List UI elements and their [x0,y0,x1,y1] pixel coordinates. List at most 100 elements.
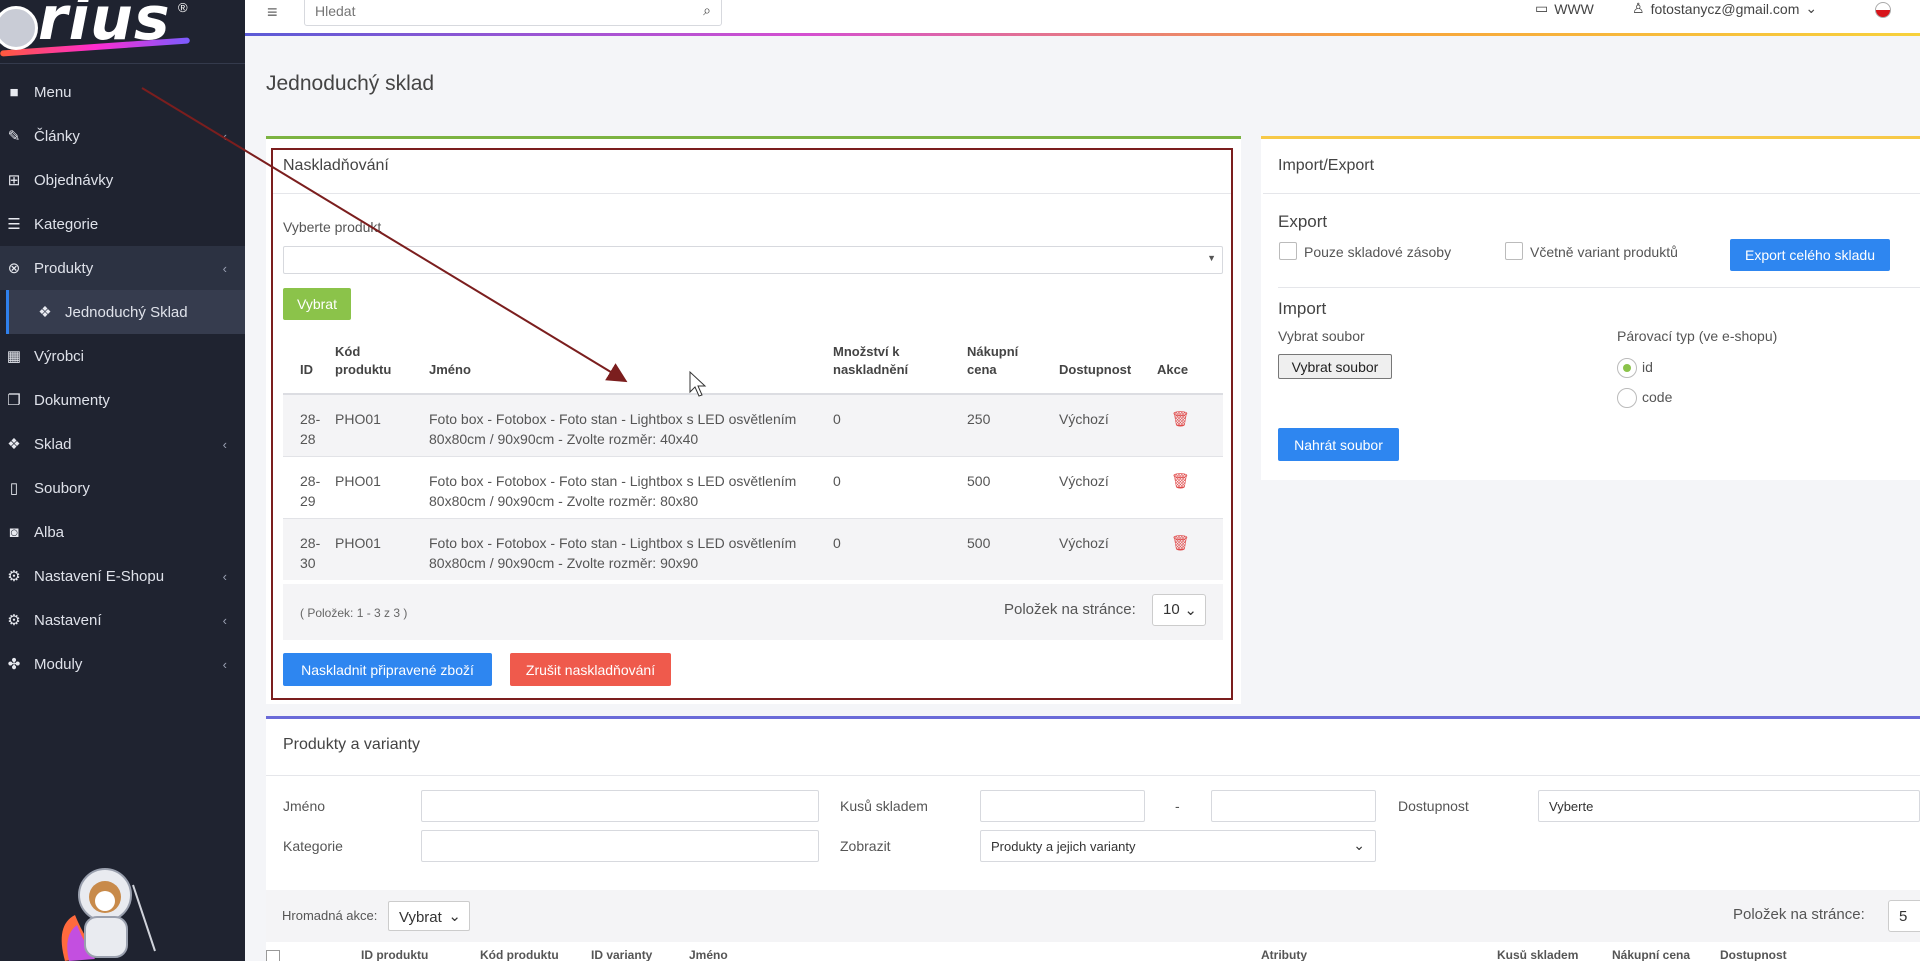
cell-availability: Výchozí [1059,472,1109,489]
chevron-down-icon: ⌄ [1184,602,1197,619]
sidebar-item-clanky[interactable]: ✎ Články ‹ [0,114,245,158]
include-variants-checkbox[interactable] [1505,242,1523,260]
file-label: Vybrat soubor [1278,328,1365,344]
show-select[interactable]: Produkty a jejich varianty ⌄ [980,830,1376,862]
table-row: 28-28 PHO01 Foto box - Fotobox - Foto st… [283,394,1223,456]
trash-icon[interactable]: 🗑 [1171,473,1190,490]
category-filter-input[interactable] [421,830,819,862]
dropbox-icon: ❖ [38,304,52,321]
select-product-button[interactable]: Vybrat [283,288,351,320]
stock-table: ID Kód produktu Jméno Množství k nasklad… [283,336,1223,580]
sidebar-item-label: Jednoduchý Sklad [65,303,188,321]
cell-qty[interactable]: 0 [833,518,967,580]
sidebar-item-jednoduchy-sklad[interactable]: ❖ Jednoduchý Sklad [6,290,245,334]
chevron-down-icon: ⌄ [448,908,461,925]
col-id: ID [300,362,313,377]
search-input[interactable] [305,0,675,25]
search-icon[interactable]: ⌕ [703,2,711,19]
search-box: ⌕ [304,0,722,26]
sidebar-item-produkty[interactable]: ⊗ Produkty ‹ [0,246,245,290]
product-select[interactable]: ▼ [283,246,1223,274]
sidebar-item-kategorie[interactable]: ☰ Kategorie [0,202,245,246]
user-menu[interactable]: ♙ fotostanycz@gmail.com ⌄ [1632,0,1817,17]
sidebar-item-objednavky[interactable]: ⊞ Objednávky [0,158,245,202]
stock-prepared-button[interactable]: Naskladnit připravené zboží [283,653,492,686]
camera-icon: ◙ [9,523,19,541]
sidebar-item-sklad[interactable]: ❖ Sklad ‹ [0,422,245,466]
sidebar-item-soubory[interactable]: ▯ Soubory [0,466,245,510]
col-purchase-price: Nákupní cena [1612,950,1691,961]
per-page-select[interactable]: 5 [1888,900,1920,932]
chevron-left-icon: ‹ [222,568,227,584]
trash-icon[interactable]: 🗑 [1171,535,1190,552]
stock-to-input[interactable] [1211,790,1376,822]
sidebar-item-menu[interactable]: ■ Menu [0,70,245,114]
table-footer: ( Položek: 1 - 3 z 3 ) Položek na stránc… [283,584,1223,640]
astronaut-logo-icon [0,6,38,50]
building-icon: ▦ [6,348,22,365]
show-filter-label: Zobrazit [840,838,891,854]
cell-price[interactable]: 500 [967,456,1059,518]
name-filter-input[interactable] [421,790,819,822]
table-header-row: ID Kód produktu Jméno Množství k nasklad… [283,336,1223,394]
radio-id[interactable] [1617,358,1637,378]
cell-name: Foto box - Fotobox - Foto stan - Lightbo… [429,472,797,509]
logo[interactable]: rius ® [0,0,245,64]
topbar-gradient-line [245,33,1920,36]
col-variant-id: ID varianty [591,950,653,961]
col-availability: Dostupnost [1059,362,1132,377]
cell-id: 28-30 [300,534,321,571]
cogs-icon: ⚙ [7,612,21,629]
chevron-left-icon: ‹ [222,128,227,144]
sidebar-item-label: Produkty [34,259,94,277]
cell-price[interactable]: 500 [967,518,1059,580]
stock-only-checkbox[interactable] [1279,242,1297,260]
www-link[interactable]: ▭ WWW [1535,0,1594,17]
category-filter-label: Kategorie [283,838,343,854]
sidebar-item-nastaveni-eshopu[interactable]: ⚙ Nastavení E-Shopu ‹ [0,554,245,598]
products-table-header: ID produktu Kód produktu ID varianty Jmé… [266,950,1920,961]
folder-icon: ■ [9,83,19,101]
divider [1263,193,1920,194]
radio-code[interactable] [1617,388,1637,408]
cell-availability: Výchozí [1059,534,1109,551]
top-bar: ≡ ⌕ ▭ WWW ♙ fotostanycz@gmail.com ⌄ [245,0,1920,36]
choose-file-button[interactable]: Vybrat soubor [1278,354,1392,379]
sidebar-item-moduly[interactable]: ✤ Moduly ‹ [0,642,245,686]
sidebar-item-alba[interactable]: ◙ Alba [0,510,245,554]
sidebar-item-label: Nastavení [34,611,102,629]
www-label: WWW [1554,0,1594,17]
chevron-down-icon: ⌄ [1805,0,1818,16]
sidebar-item-nastaveni[interactable]: ⚙ Nastavení ‹ [0,598,245,642]
col-product-code: Kód produktu [480,950,559,961]
sidebar-item-vyrobci[interactable]: ▦ Výrobci [0,334,245,378]
per-page-select[interactable]: 10 ⌄ [1152,594,1206,626]
availability-select[interactable]: Vyberte [1538,790,1920,822]
col-attributes: Atributy [1261,950,1307,961]
select-all-checkbox[interactable] [266,950,280,961]
sidebar-item-label: Menu [34,83,72,101]
language-flag-icon[interactable] [1875,2,1891,18]
cell-code: PHO01 [335,472,381,489]
plugin-icon: ✤ [7,656,21,673]
cell-id: 28-28 [300,411,321,447]
divider [273,193,1231,194]
export-all-button[interactable]: Export celého skladu [1730,239,1890,271]
sidebar-item-label: Moduly [34,655,83,673]
trash-icon[interactable]: 🗑 [1171,411,1190,428]
col-price: Nákupní cena [967,344,1019,377]
sidebar-item-dokumenty[interactable]: ❐ Dokumenty [0,378,245,422]
pencil-icon: ✎ [7,128,21,145]
stock-from-input[interactable] [980,790,1145,822]
bulk-action-select[interactable]: Vybrat ⌄ [388,901,470,931]
upload-file-button[interactable]: Nahrát soubor [1278,428,1399,461]
file-icon: ▯ [9,480,19,497]
cancel-stock-button[interactable]: Zrušit naskladňování [510,653,671,686]
cell-actions: 🗑 [1157,456,1223,518]
cell-id: 28-29 [300,472,321,509]
cell-qty[interactable]: 0 [833,394,967,456]
col-name: Jméno [689,950,728,961]
cell-qty[interactable]: 0 [833,456,967,518]
hamburger-menu-icon[interactable]: ≡ [267,2,278,23]
cell-price[interactable]: 250 [967,394,1059,456]
